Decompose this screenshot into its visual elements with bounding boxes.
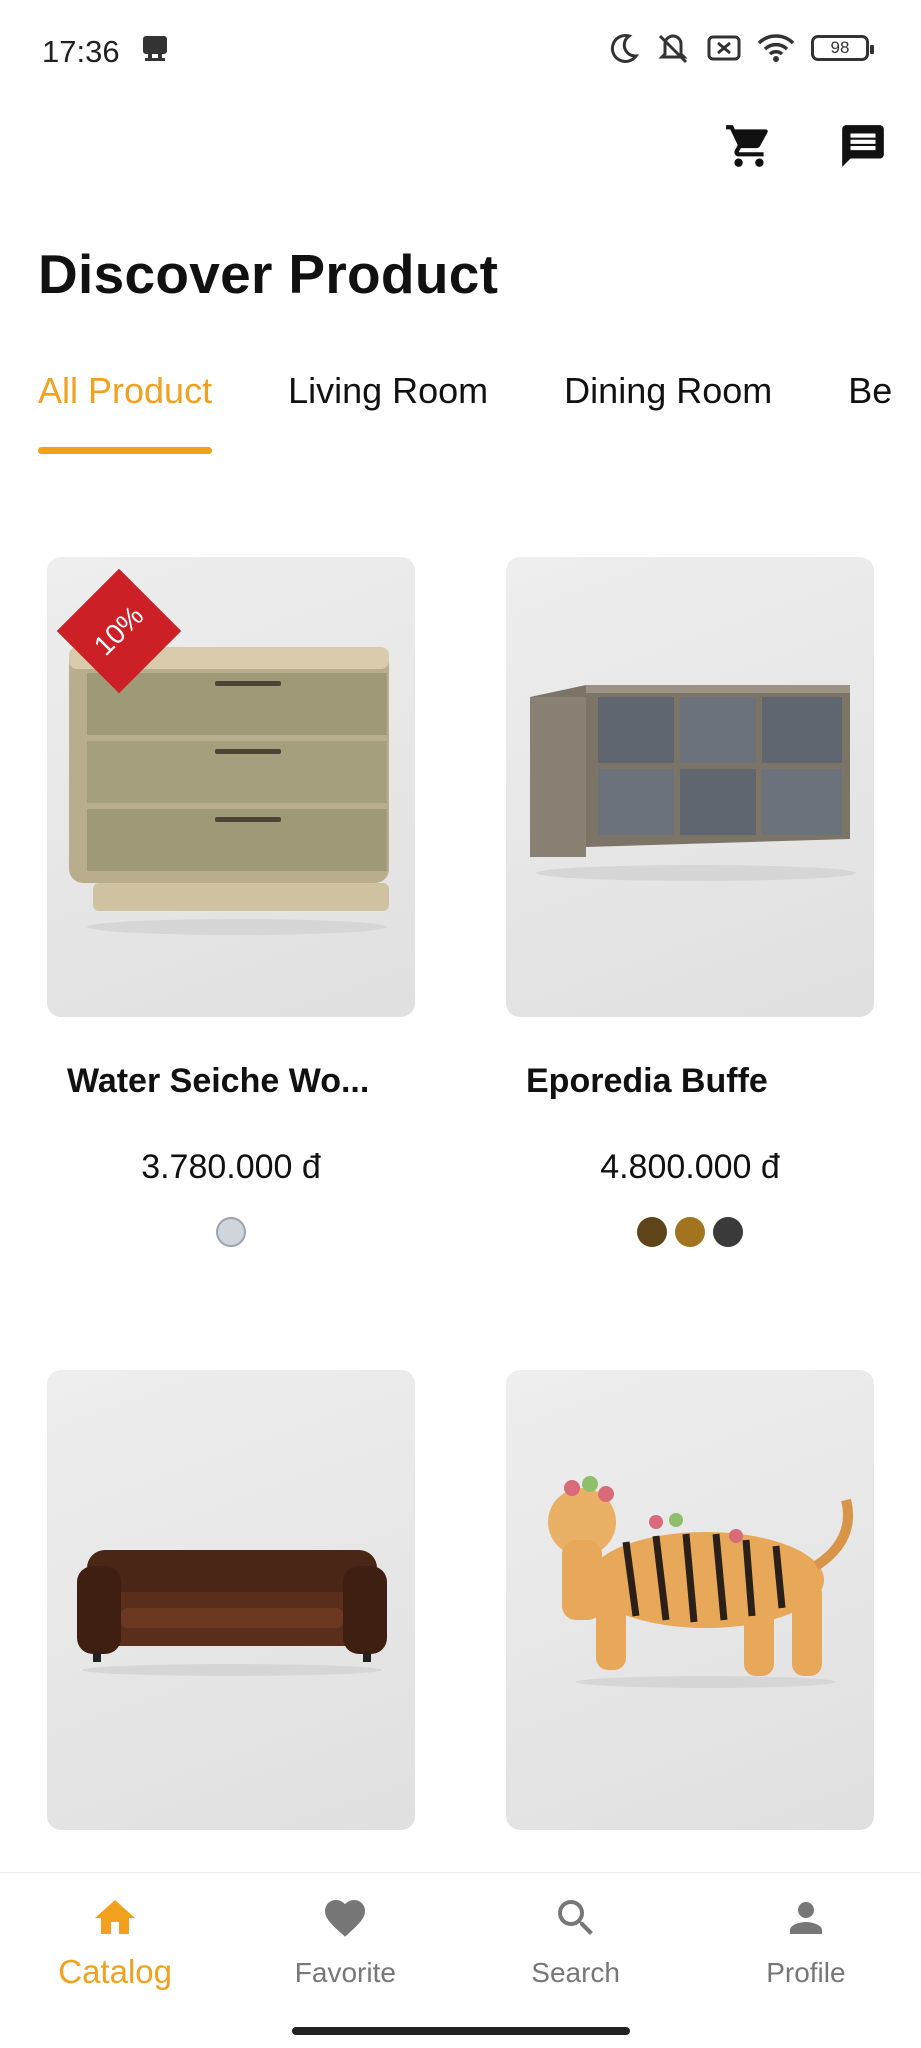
color-swatch[interactable]	[713, 1217, 743, 1247]
notification-icon	[143, 36, 167, 61]
product-image[interactable]	[506, 1370, 874, 1830]
product-card[interactable]	[506, 1370, 874, 1830]
product-price: 3.780.000 đ	[141, 1148, 321, 1186]
tab-label: Living Room	[288, 370, 489, 411]
product-card[interactable]: 10% Water Seiche Wo... 3.780.000 đ	[47, 557, 415, 1247]
person-icon	[789, 1902, 822, 1934]
mute-icon	[658, 34, 688, 64]
status-time: 17:36	[42, 34, 120, 69]
product-card[interactable]	[47, 1370, 415, 1830]
product-price: 4.800.000 đ	[600, 1148, 780, 1186]
nav-label: Catalog	[58, 1953, 172, 1990]
nav-label: Search	[531, 1957, 620, 1988]
tab-label: Be	[848, 370, 893, 411]
tiger-figurine-image	[548, 1476, 853, 1688]
category-tabs: All Product Living Room Dining Room Be	[38, 370, 921, 460]
battery-icon: 98	[811, 35, 874, 61]
chat-icon	[842, 125, 884, 167]
page-title: Discover Product	[38, 243, 499, 305]
tab-living-room[interactable]: Living Room	[288, 370, 488, 460]
nav-search[interactable]: Search	[461, 1873, 691, 2048]
tab-dining-room[interactable]: Dining Room	[564, 370, 772, 460]
heart-icon	[325, 1900, 366, 1937]
moon-icon	[610, 34, 639, 63]
home-indicator[interactable]	[292, 2027, 630, 2035]
no-sim-icon	[707, 35, 741, 61]
nav-catalog[interactable]: Catalog	[0, 1873, 230, 2048]
product-card[interactable]: Eporedia Buffe 4.800.000 đ	[506, 557, 874, 1247]
battery-level: 98	[830, 38, 850, 57]
tab-bedroom[interactable]: Be	[848, 370, 892, 460]
cart-icon	[726, 125, 768, 167]
color-swatches	[506, 1217, 874, 1247]
product-name[interactable]: Eporedia Buffe	[506, 1062, 874, 1112]
discount-label: 10%	[87, 599, 150, 662]
status-icons: 98	[609, 32, 874, 64]
buffet-image	[530, 685, 856, 881]
product-image[interactable]: 10%	[47, 557, 415, 1017]
nav-favorite[interactable]: Favorite	[230, 1873, 460, 2048]
tab-label: Dining Room	[564, 370, 773, 411]
color-swatch[interactable]	[637, 1217, 667, 1247]
nav-label: Profile	[766, 1957, 846, 1988]
product-name[interactable]: Water Seiche Wo...	[47, 1062, 415, 1112]
tab-label: All Product	[38, 370, 213, 411]
color-swatch[interactable]	[216, 1217, 246, 1247]
active-tab-indicator	[38, 447, 213, 454]
home-icon	[95, 1900, 136, 1934]
chat-button[interactable]	[835, 118, 891, 174]
search-icon	[557, 1900, 593, 1935]
nav-profile[interactable]: Profile	[691, 1873, 921, 2048]
color-swatches	[47, 1217, 415, 1247]
wifi-icon	[757, 34, 795, 62]
product-image[interactable]	[47, 1370, 415, 1830]
nav-label: Favorite	[294, 1957, 396, 1988]
header-actions	[721, 118, 891, 174]
bottom-navigation: Catalog Favorite Search Profile	[0, 1872, 921, 2048]
status-bar: 17:36 98	[0, 0, 921, 104]
leather-sofa-image	[77, 1550, 387, 1676]
color-swatch[interactable]	[675, 1217, 705, 1247]
product-image[interactable]	[506, 557, 874, 1017]
tab-all-product[interactable]: All Product	[38, 370, 213, 460]
cart-button[interactable]	[721, 118, 777, 174]
